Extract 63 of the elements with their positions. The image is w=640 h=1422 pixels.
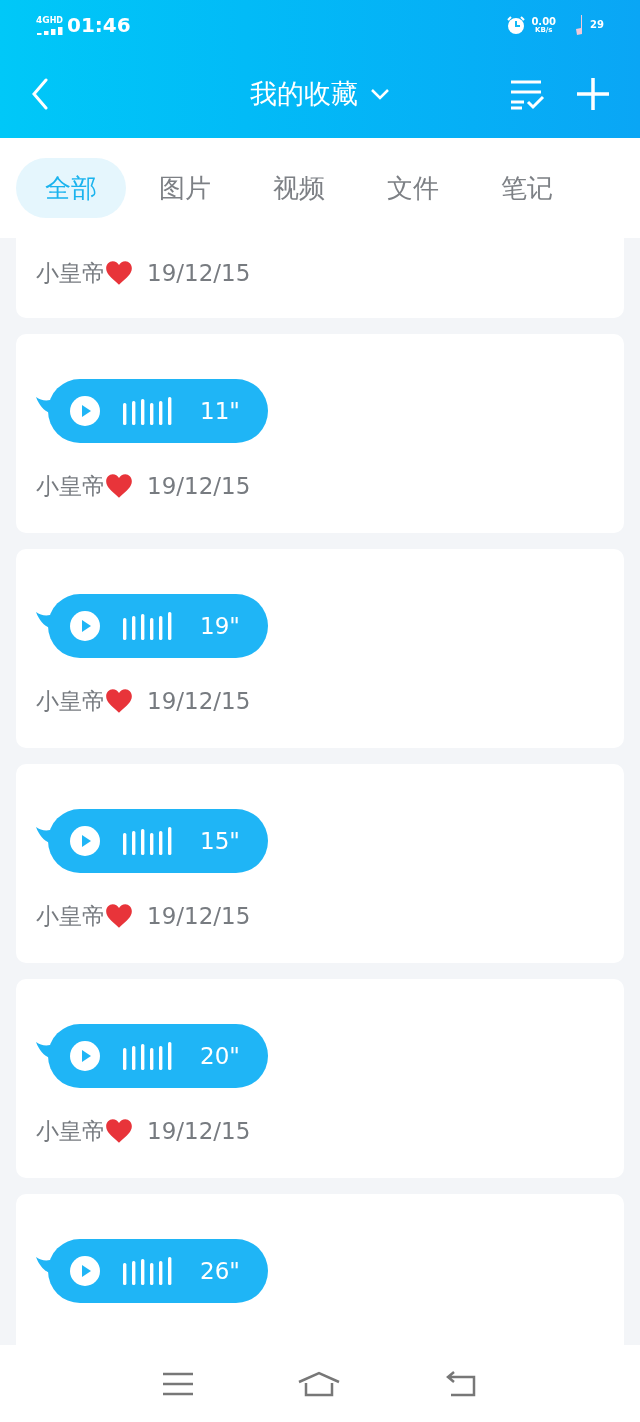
waveform-icon [122, 397, 172, 425]
favorite-card[interactable]: 15" 小皇帝 19/12/15 [16, 764, 624, 963]
date-text: 19/12/15 [147, 474, 251, 498]
favorite-card[interactable]: 19" 小皇帝 19/12/15 [16, 549, 624, 748]
heart-icon [105, 903, 133, 929]
voice-message-button[interactable]: 19" [48, 594, 268, 658]
duration-text: 11" [200, 399, 240, 423]
play-icon [70, 1256, 100, 1286]
signal-icon [36, 24, 64, 35]
favorite-card[interactable]: 11" 小皇帝 19/12/15 [16, 334, 624, 533]
duration-text: 19" [200, 614, 240, 638]
author-name: 小皇帝 [36, 1119, 105, 1143]
favorite-card[interactable]: 小皇帝 19/12/15 [16, 238, 624, 318]
heart-icon [105, 1118, 133, 1144]
play-icon [70, 1041, 100, 1071]
favorite-card[interactable]: 20" 小皇帝 19/12/15 [16, 979, 624, 1178]
bubble-tail-icon [36, 1257, 50, 1273]
voice-message-button[interactable]: 20" [48, 1024, 268, 1088]
home-button[interactable] [298, 1370, 340, 1397]
date-text: 19/12/15 [147, 1119, 251, 1143]
date-text: 19/12/15 [147, 689, 251, 713]
heart-icon [105, 260, 133, 286]
voice-message-button[interactable]: 15" [48, 809, 268, 873]
clock-time: 01:46 [67, 15, 131, 35]
heart-icon [105, 688, 133, 714]
speed-value: 0.00 [531, 16, 557, 27]
waveform-icon [122, 827, 172, 855]
play-icon [70, 611, 100, 641]
favorite-card[interactable]: 26" [16, 1194, 624, 1345]
category-tab[interactable]: 文件 [358, 158, 468, 218]
category-tab[interactable]: 全部 [16, 158, 126, 218]
category-tab[interactable]: 笔记 [472, 158, 582, 218]
play-icon [70, 396, 100, 426]
bubble-tail-icon [36, 827, 50, 843]
menu-button[interactable] [162, 1371, 193, 1396]
author-name: 小皇帝 [36, 904, 105, 928]
bubble-tail-icon [36, 1042, 50, 1058]
category-tab[interactable]: 图片 [130, 158, 240, 218]
title-dropdown[interactable]: 我的收藏 [250, 73, 390, 115]
alarm-icon [506, 15, 527, 35]
chevron-down-icon [370, 88, 390, 100]
network-label: 4GHD [36, 15, 64, 25]
waveform-icon [122, 1042, 172, 1070]
author-name: 小皇帝 [36, 474, 105, 498]
author-name: 小皇帝 [36, 689, 105, 713]
date-text: 19/12/15 [147, 261, 251, 285]
battery-level: 29 [590, 20, 604, 30]
author-name: 小皇帝 [36, 261, 105, 285]
back-nav-button[interactable] [445, 1370, 478, 1397]
duration-text: 20" [200, 1044, 240, 1068]
duration-text: 15" [200, 829, 240, 853]
voice-message-button[interactable]: 26" [48, 1239, 268, 1303]
bubble-tail-icon [36, 397, 50, 413]
bubble-tail-icon [36, 612, 50, 628]
heart-icon [105, 473, 133, 499]
play-icon [70, 826, 100, 856]
duration-text: 26" [200, 1259, 240, 1283]
category-tab[interactable]: 视频 [244, 158, 354, 218]
waveform-icon [122, 1257, 172, 1285]
waveform-icon [122, 612, 172, 640]
add-button[interactable] [576, 77, 610, 111]
voice-message-button[interactable]: 11" [48, 379, 268, 443]
date-text: 19/12/15 [147, 904, 251, 928]
